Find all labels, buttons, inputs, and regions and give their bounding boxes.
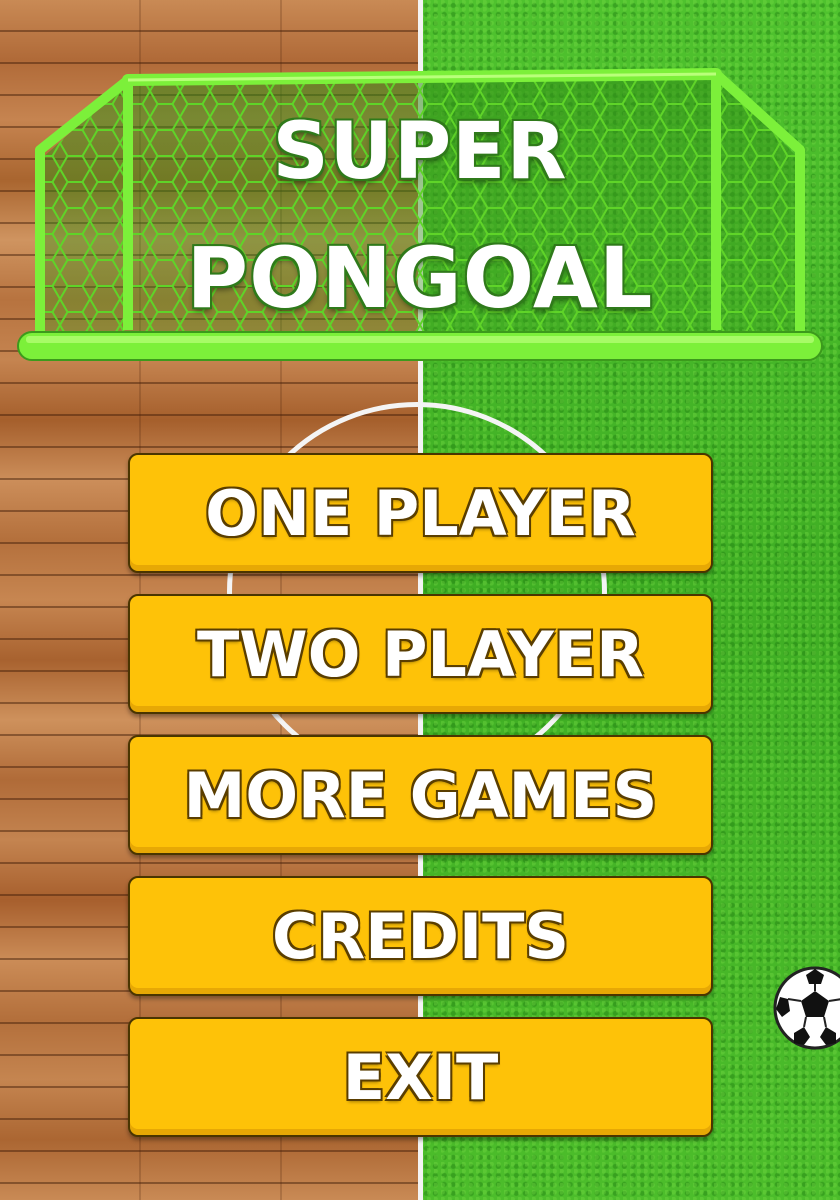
exit-label: EXIT	[342, 1040, 499, 1114]
one-player-label: ONE PLAYER	[205, 476, 636, 550]
main-menu-screen: SUPER PONGOAL ONE PLAYER TWO PLAYER MORE…	[0, 0, 840, 1200]
game-title-line2: PONGOAL	[186, 229, 654, 327]
game-title-line1: SUPER	[272, 107, 568, 197]
two-player-label: TWO PLAYER	[197, 617, 644, 691]
one-player-button[interactable]: ONE PLAYER	[128, 453, 713, 573]
two-player-button[interactable]: TWO PLAYER	[128, 594, 713, 714]
more-games-button[interactable]: MORE GAMES	[128, 735, 713, 855]
goal-net-icon: SUPER PONGOAL	[0, 0, 840, 380]
credits-label: CREDITS	[271, 899, 570, 973]
soccer-ball-icon	[773, 966, 840, 1050]
credits-button[interactable]: CREDITS	[128, 876, 713, 996]
main-menu: ONE PLAYER TWO PLAYER MORE GAMES CREDITS…	[128, 453, 713, 1137]
exit-button[interactable]: EXIT	[128, 1017, 713, 1137]
more-games-label: MORE GAMES	[183, 758, 658, 832]
